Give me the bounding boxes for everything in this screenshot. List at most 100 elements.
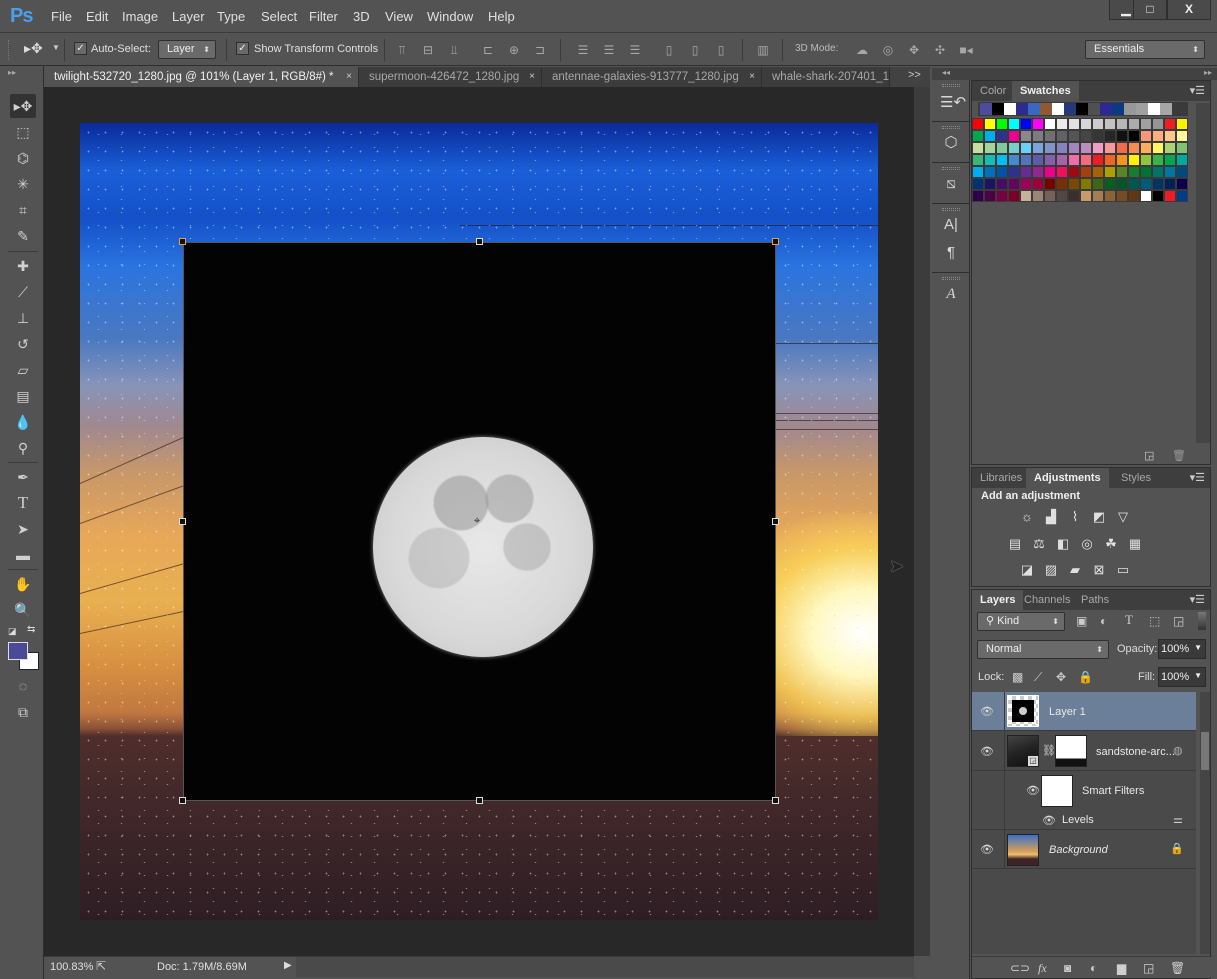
layer-name[interactable]: sandstone-arc... xyxy=(1096,746,1175,758)
color-swatch[interactable] xyxy=(1104,166,1116,178)
visibility-eye-icon[interactable]: 👁 xyxy=(980,843,994,856)
recent-swatch[interactable] xyxy=(1016,103,1028,115)
align-left-edges-icon[interactable]: ⊏ xyxy=(480,42,496,58)
color-swatch[interactable] xyxy=(972,154,984,166)
color-swatch[interactable] xyxy=(1140,190,1152,202)
spot-healing-brush-tool[interactable]: ✚ xyxy=(10,254,36,278)
color-swatch[interactable] xyxy=(972,190,984,202)
color-swatch[interactable] xyxy=(1044,154,1056,166)
menu-image[interactable]: Image xyxy=(122,9,158,24)
color-swatch[interactable] xyxy=(1128,130,1140,142)
tab-swatches[interactable]: Swatches xyxy=(1012,81,1079,101)
blend-mode-select[interactable]: Normal ⬍ xyxy=(977,640,1109,659)
posterize-icon[interactable]: ▨ xyxy=(1041,561,1061,579)
layer-row-layer-1[interactable]: 👁 Layer 1 xyxy=(972,692,1196,731)
swap-colors-icon[interactable]: ⇆ xyxy=(27,624,35,635)
zoom-tool[interactable]: 🔍 xyxy=(10,598,36,622)
dock-grip[interactable] xyxy=(942,277,960,280)
threshold-icon[interactable]: ▰ xyxy=(1065,561,1085,579)
color-swatch[interactable] xyxy=(1056,154,1068,166)
recent-swatch[interactable] xyxy=(1136,103,1148,115)
opacity-dropdown-icon[interactable]: ▼ xyxy=(1194,643,1202,652)
show-transform-controls-checkbox[interactable]: ✓ xyxy=(236,42,249,55)
color-swatch[interactable] xyxy=(1080,190,1092,202)
color-swatch[interactable] xyxy=(1140,130,1152,142)
distribute-horizontal-centers-icon[interactable]: ▯ xyxy=(687,42,703,58)
color-swatch[interactable] xyxy=(1020,130,1032,142)
mask-link-icon[interactable]: ⛓ xyxy=(1042,744,1056,757)
black-white-icon[interactable]: ◧ xyxy=(1053,535,1073,553)
color-swatch[interactable] xyxy=(1116,178,1128,190)
workspace-select[interactable]: Essentials ⬍ xyxy=(1085,40,1205,59)
color-swatch[interactable] xyxy=(972,130,984,142)
invert-icon[interactable]: ◪ xyxy=(1017,561,1037,579)
distribute-right-edges-icon[interactable]: ▯ xyxy=(713,42,729,58)
transform-handle-top-left[interactable] xyxy=(179,238,186,245)
color-swatch[interactable] xyxy=(1140,154,1152,166)
new-layer-icon[interactable]: ◲ xyxy=(1143,961,1154,975)
color-swatch[interactable] xyxy=(1032,190,1044,202)
color-swatch[interactable] xyxy=(1104,154,1116,166)
layer-name[interactable]: Layer 1 xyxy=(1049,706,1086,718)
transform-handle-bottom-left[interactable] xyxy=(179,797,186,804)
color-swatch[interactable] xyxy=(1152,142,1164,154)
color-swatch[interactable] xyxy=(1044,130,1056,142)
color-swatch[interactable] xyxy=(1164,154,1176,166)
recent-swatch[interactable] xyxy=(1064,103,1076,115)
transform-reference-point-icon[interactable]: ⌖ xyxy=(474,515,480,528)
color-swatch[interactable] xyxy=(1164,130,1176,142)
opacity-input[interactable]: 100% ▼ xyxy=(1158,639,1206,659)
color-swatch[interactable] xyxy=(1164,166,1176,178)
foreground-color-swatch[interactable] xyxy=(8,642,28,660)
curves-icon[interactable]: ⌇ xyxy=(1065,508,1085,526)
color-swatch[interactable] xyxy=(1092,178,1104,190)
auto-select-target-select[interactable]: Layer ⬍ xyxy=(158,40,216,59)
tab-styles[interactable]: Styles xyxy=(1113,468,1159,488)
tab-twilight[interactable]: twilight-532720_1280.jpg @ 101% (Layer 1… xyxy=(44,67,359,87)
color-swatch[interactable] xyxy=(1152,166,1164,178)
color-swatch[interactable] xyxy=(1068,178,1080,190)
color-swatch[interactable] xyxy=(1092,142,1104,154)
color-swatch[interactable] xyxy=(984,178,996,190)
visibility-eye-icon[interactable]: 👁 xyxy=(1026,784,1040,797)
color-swatch[interactable] xyxy=(984,154,996,166)
color-swatch[interactable] xyxy=(1080,166,1092,178)
filter-smart-objects-icon[interactable]: ◲ xyxy=(1173,614,1184,628)
menu-layer[interactable]: Layer xyxy=(172,9,205,24)
color-swatch[interactable] xyxy=(1092,190,1104,202)
3d-scale-camera-icon[interactable]: ■◂ xyxy=(958,42,974,58)
color-swatch[interactable] xyxy=(1032,130,1044,142)
color-swatch[interactable] xyxy=(1068,130,1080,142)
screen-mode-icon[interactable]: ⧉ xyxy=(10,700,36,724)
lock-image-pixels-icon[interactable]: ⟋ xyxy=(1034,670,1042,685)
color-swatch[interactable] xyxy=(1008,166,1020,178)
transform-handle-bottom[interactable] xyxy=(476,797,483,804)
color-swatch[interactable] xyxy=(1020,178,1032,190)
rectangle-tool[interactable]: ▬ xyxy=(10,543,36,567)
color-swatch[interactable] xyxy=(1152,118,1164,130)
color-swatch[interactable] xyxy=(996,166,1008,178)
eyedropper-tool[interactable]: ✎ xyxy=(10,224,36,248)
color-balance-icon[interactable]: ⚖ xyxy=(1029,535,1049,553)
expand-toolbox-icon[interactable]: ▸▸ xyxy=(8,68,16,77)
color-swatch[interactable] xyxy=(1116,130,1128,142)
add-layer-mask-icon[interactable]: ◙ xyxy=(1064,961,1071,975)
recent-swatch[interactable] xyxy=(1112,103,1124,115)
dock-grip[interactable] xyxy=(942,167,960,170)
align-vertical-centers-icon[interactable]: ⊟ xyxy=(420,42,436,58)
recent-swatch[interactable] xyxy=(1004,103,1016,115)
filter-shape-layers-icon[interactable]: ⬚ xyxy=(1149,614,1160,628)
color-swatch[interactable] xyxy=(1032,154,1044,166)
collapse-panels-icon[interactable]: ▸▸ xyxy=(1204,68,1212,77)
color-swatch[interactable] xyxy=(972,178,984,190)
layer-mask-thumbnail[interactable] xyxy=(1055,735,1087,767)
hand-tool[interactable]: ✋ xyxy=(10,572,36,596)
color-swatch[interactable] xyxy=(1020,154,1032,166)
menu-filter[interactable]: Filter xyxy=(309,9,338,24)
filter-name[interactable]: Levels xyxy=(1062,814,1094,826)
color-swatch[interactable] xyxy=(1080,178,1092,190)
color-swatch[interactable] xyxy=(1020,190,1032,202)
color-swatch[interactable] xyxy=(996,130,1008,142)
color-swatch[interactable] xyxy=(1020,142,1032,154)
new-group-folder-icon[interactable]: ▆ xyxy=(1117,961,1126,975)
